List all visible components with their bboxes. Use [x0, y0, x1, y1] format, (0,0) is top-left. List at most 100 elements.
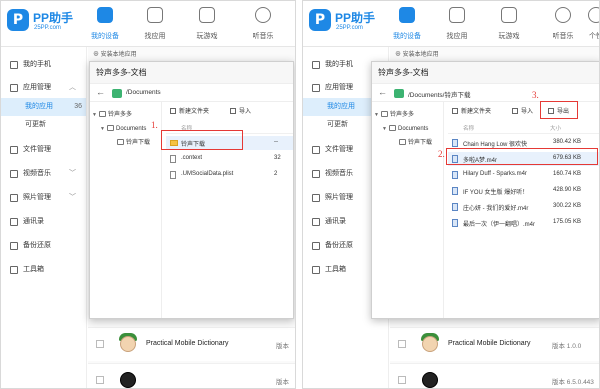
- nav-my-device[interactable]: 我的设备: [385, 7, 429, 45]
- nav-label: 听音乐: [552, 33, 574, 40]
- phone-icon: [10, 61, 18, 69]
- tree-node-ringtone-download[interactable]: 铃声下载: [372, 136, 443, 150]
- file-row[interactable]: 最后一次（伊一翻唱）.m4r 175.05 KB: [448, 216, 599, 230]
- list-item[interactable]: Practical Mobile Dictionary 版本: [88, 327, 295, 361]
- nav-label: 玩游戏: [498, 33, 520, 40]
- nav-play-games[interactable]: 玩游戏: [185, 7, 229, 45]
- top-bar: P PP助手 25PP.com 我的设备 找应用 玩游戏 听音乐: [1, 1, 295, 47]
- file-name: Chain Hang Low 很欢快: [463, 142, 528, 148]
- row-checkbox[interactable]: [398, 376, 406, 384]
- sidebar-subitem-updatable[interactable]: 可更新: [1, 116, 86, 134]
- nav-music[interactable]: 听音乐: [541, 7, 585, 45]
- current-path: /Documents/铃声下载: [408, 92, 471, 99]
- sidebar-item-video-music[interactable]: 视频音乐 ﹀: [1, 164, 86, 184]
- sidebar-item-label: 工具箱: [23, 266, 44, 273]
- import-button[interactable]: 导入: [230, 106, 251, 115]
- dialog-title: 铃声多多-文档: [372, 62, 599, 84]
- sidebar-item-label: 应用管理: [23, 84, 51, 91]
- tree-label: 铃声多多: [108, 112, 133, 118]
- file-browser-dialog: 铃声多多-文档 ← /Documents/铃声下载 ▼ 铃声多多 ▼ Documen…: [371, 61, 599, 319]
- sidebar-item-app-management[interactable]: 应用管理 ︿: [1, 78, 86, 98]
- new-folder-button[interactable]: 新建文件夹: [170, 106, 209, 115]
- sidebar-item-photo-management[interactable]: 照片管理 ﹀: [1, 188, 86, 208]
- phone-icon: [97, 7, 113, 23]
- nav-label: 玩游戏: [196, 33, 218, 40]
- tree-node-documents[interactable]: ▼ Documents: [372, 122, 443, 136]
- file-name: .UMSocialData.plist: [181, 171, 234, 177]
- action-bar: 新建文件夹 导入: [166, 104, 293, 118]
- nav-find-apps[interactable]: 找应用: [133, 7, 177, 45]
- sidebar-item-label: 通讯录: [325, 218, 346, 225]
- app-version: 版本 6.5.0.443: [552, 379, 594, 386]
- sidebar-item-label: 我的应用: [327, 103, 355, 110]
- sidebar-item-contacts[interactable]: 通讯录: [1, 212, 86, 232]
- chevron-down-icon: ﹀: [69, 194, 76, 201]
- sidebar-item-label: 应用管理: [325, 84, 353, 91]
- nav-my-device[interactable]: 我的设备: [83, 7, 127, 45]
- sidebar-item-label: 备份还原: [23, 242, 51, 249]
- nav-music[interactable]: 听音乐: [241, 7, 285, 45]
- folder-icon: [394, 89, 404, 98]
- left-screenshot-panel: P PP助手 25PP.com 我的设备 找应用 玩游戏 听音乐 我的手机 应用…: [0, 0, 296, 389]
- app-icon: [118, 332, 138, 356]
- file-row[interactable]: .context 32: [166, 152, 293, 166]
- dialog-title: 铃声多多-文档: [90, 62, 293, 84]
- file-row[interactable]: Hilary Duff - Sparks.m4r 160.74 KB: [448, 168, 599, 182]
- sidebar-item-my-phone[interactable]: 我的手机: [1, 55, 86, 75]
- row-checkbox[interactable]: [96, 376, 104, 384]
- nav-label: 找应用: [446, 33, 468, 40]
- file-name: 最后一次（伊一翻唱）.m4r: [463, 222, 536, 228]
- file-row[interactable]: IF YOU 女生版 爆好听！ 428.90 KB: [448, 184, 599, 198]
- file-row[interactable]: .UMSocialData.plist 2: [166, 168, 293, 182]
- music-file-icon: [452, 139, 458, 147]
- sidebar-item-label: 照片管理: [325, 194, 353, 201]
- nav-label: 找应用: [144, 33, 166, 40]
- list-item[interactable]: Practical Mobile Dictionary 版本 1.0.0: [390, 327, 599, 361]
- sidebar-item-label: 可更新: [327, 121, 348, 128]
- button-label: 新建文件夹: [461, 109, 492, 115]
- right-screenshot-panel: P PP助手 25PP.com 我的设备 找应用 玩游戏 听音乐 个性 我的手机…: [302, 0, 600, 389]
- nav-find-apps[interactable]: 找应用: [435, 7, 479, 45]
- column-header-name[interactable]: 名称: [463, 124, 474, 132]
- folder-icon: [112, 89, 122, 98]
- headphones-icon: [555, 7, 571, 23]
- toolbox-icon: [10, 266, 18, 274]
- nav-personalize[interactable]: 个性: [581, 7, 599, 45]
- tree-node-ringtone-download[interactable]: 铃声下载: [90, 136, 161, 150]
- tree-label: Documents: [116, 126, 147, 132]
- app-icon: [420, 332, 440, 356]
- folder-icon: [312, 146, 320, 154]
- tree-node-ringtone[interactable]: ▼ 铃声多多: [372, 108, 443, 122]
- sidebar-subitem-my-apps[interactable]: 我的应用 36: [1, 98, 86, 116]
- sidebar-item-label: 文件管理: [325, 146, 353, 153]
- qq-app-icon: [420, 368, 440, 388]
- import-button[interactable]: 导入: [512, 106, 533, 115]
- back-arrow-icon[interactable]: ←: [378, 87, 387, 97]
- music-file-icon: [452, 171, 458, 179]
- back-arrow-icon[interactable]: ←: [96, 87, 105, 97]
- toolbox-icon: [312, 266, 320, 274]
- photo-icon: [312, 194, 320, 202]
- sidebar-item-toolbox[interactable]: 工具箱: [1, 260, 86, 280]
- nav-play-games[interactable]: 玩游戏: [487, 7, 531, 45]
- sidebar-item-file-management[interactable]: 文件管理: [1, 140, 86, 160]
- list-item[interactable]: 版本 6.5.0.443: [390, 363, 599, 388]
- bag-icon: [449, 7, 465, 23]
- sidebar-item-label: 视频音乐: [23, 170, 51, 177]
- nav-label: 听音乐: [252, 33, 274, 40]
- new-folder-button[interactable]: 新建文件夹: [452, 106, 491, 115]
- row-checkbox[interactable]: [96, 340, 104, 348]
- list-item[interactable]: 版本: [88, 363, 295, 388]
- column-header-size[interactable]: 大小: [550, 124, 561, 132]
- step1-highlight-box: [161, 130, 243, 150]
- toolbar-label: 安装本地应用: [100, 52, 137, 58]
- file-icon: [170, 171, 176, 179]
- phone-icon: [399, 7, 415, 23]
- file-size: --: [274, 139, 278, 145]
- sidebar-item-backup-restore[interactable]: 备份还原: [1, 236, 86, 256]
- file-row[interactable]: 庄心妍 - 我们的爱好.m4r 300.22 KB: [448, 200, 599, 214]
- sidebar-item-label: 备份还原: [325, 242, 353, 249]
- new-folder-icon: [170, 108, 176, 114]
- folder-icon: [117, 139, 124, 145]
- row-checkbox[interactable]: [398, 340, 406, 348]
